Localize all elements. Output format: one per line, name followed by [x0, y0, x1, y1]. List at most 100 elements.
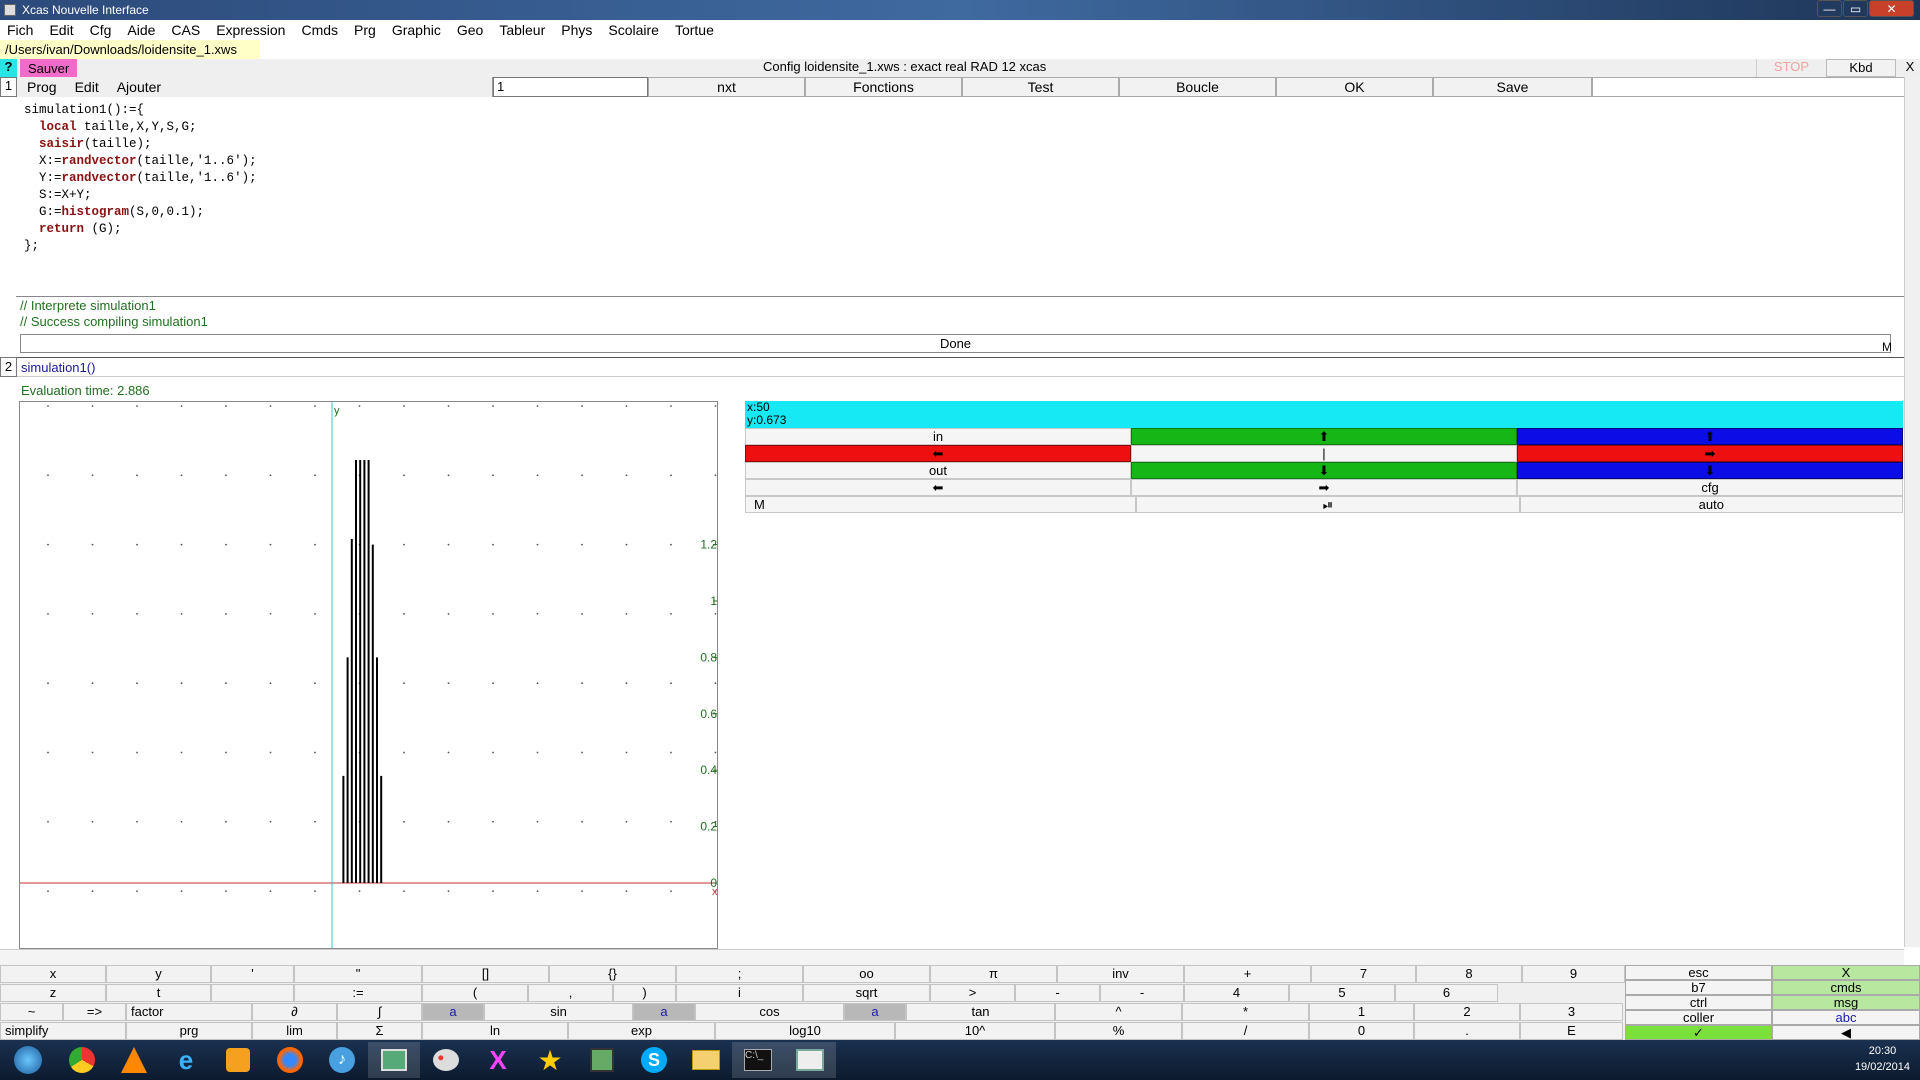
key-factor[interactable]: factor [126, 1003, 252, 1021]
key-msg[interactable]: msg [1772, 995, 1920, 1010]
key-tan[interactable]: tan [906, 1003, 1055, 1021]
key-semicolon[interactable]: ; [676, 965, 803, 983]
system-clock[interactable]: 20:30 19/02/2014 [1855, 1043, 1910, 1075]
key-9[interactable]: 9 [1522, 965, 1625, 983]
key-t[interactable]: t [106, 984, 211, 1002]
key-lim[interactable]: lim [252, 1022, 337, 1040]
key-prg[interactable]: prg [126, 1022, 252, 1040]
key-a-sin[interactable]: a [422, 1003, 484, 1021]
auto-button[interactable]: auto [1519, 496, 1903, 513]
key-blank[interactable] [211, 984, 294, 1002]
key-simplify[interactable]: simplify [0, 1022, 126, 1040]
edit-menu[interactable]: Edit [65, 79, 107, 95]
key-1[interactable]: 1 [1309, 1003, 1414, 1021]
key-brackets[interactable]: [] [422, 965, 549, 983]
menu-m-label[interactable]: M [1882, 340, 1892, 354]
key-braces[interactable]: {} [549, 965, 676, 983]
save-session-button[interactable]: Sauver [20, 59, 78, 77]
close-session-button[interactable]: X [1900, 59, 1920, 74]
nxt-button[interactable]: nxt [648, 77, 805, 97]
key-y[interactable]: y [106, 965, 211, 983]
start-button[interactable] [0, 1042, 56, 1078]
key-ln[interactable]: ln [422, 1022, 568, 1040]
menu-cmds[interactable]: Cmds [294, 22, 347, 38]
menu-fich[interactable]: Fich [0, 22, 42, 38]
key-back[interactable]: ◀ [1772, 1025, 1920, 1040]
key-gt[interactable]: > [930, 984, 1015, 1002]
key-0[interactable]: 0 [1309, 1022, 1414, 1040]
minimize-button[interactable]: — [1817, 0, 1842, 17]
key-X[interactable]: X [1772, 965, 1920, 980]
key-sin[interactable]: sin [484, 1003, 633, 1021]
menu-scolaire[interactable]: Scolaire [601, 22, 668, 38]
menu-aide[interactable]: Aide [120, 22, 164, 38]
key-x[interactable]: x [0, 965, 106, 983]
key-quote[interactable]: ' [211, 965, 294, 983]
key-implies[interactable]: => [63, 1003, 126, 1021]
play-button[interactable]: ⏯ [1136, 496, 1520, 513]
key-divide[interactable]: / [1182, 1022, 1309, 1040]
histogram-plot[interactable]: yx1.210.80.60.40.20 [20, 402, 718, 949]
key-minus[interactable]: - [1015, 984, 1100, 1002]
key-ctrl[interactable]: ctrl [1625, 995, 1772, 1010]
key-3[interactable]: 3 [1520, 1003, 1623, 1021]
key-log10[interactable]: log10 [715, 1022, 895, 1040]
key-minus2[interactable]: - [1100, 984, 1184, 1002]
prog-menu[interactable]: Prog [17, 79, 65, 95]
menu-expression[interactable]: Expression [209, 22, 294, 38]
key-comma[interactable]: , [528, 984, 613, 1002]
key-b7[interactable]: b7 [1625, 980, 1772, 995]
keyboard-toggle-button[interactable]: Kbd [1826, 59, 1896, 77]
key-dquote[interactable]: " [294, 965, 422, 983]
key-a-cos[interactable]: a [633, 1003, 695, 1021]
help-button[interactable]: ? [0, 59, 17, 77]
key-integral[interactable]: ∫ [337, 1003, 422, 1021]
key-abc[interactable]: abc [1772, 1010, 1920, 1025]
line-number-input[interactable]: 1 [493, 77, 648, 97]
level-number[interactable]: 1 [0, 77, 17, 97]
key-4[interactable]: 4 [1184, 984, 1289, 1002]
itunes-icon[interactable]: ♪ [316, 1042, 368, 1078]
key-plus[interactable]: + [1184, 965, 1311, 983]
key-dot[interactable]: . [1414, 1022, 1520, 1040]
key-assign[interactable]: := [294, 984, 422, 1002]
key-pi[interactable]: π [930, 965, 1057, 983]
key-rparen[interactable]: ) [613, 984, 676, 1002]
key-exp[interactable]: exp [568, 1022, 715, 1040]
key-z[interactable]: z [0, 984, 106, 1002]
back-button[interactable]: ⬅ [745, 479, 1131, 496]
key-i[interactable]: i [676, 984, 803, 1002]
config-status[interactable]: Config loidensite_1.xws : exact real RAD… [763, 59, 1046, 74]
maximize-button[interactable]: ▭ [1843, 0, 1868, 17]
menu-tortue[interactable]: Tortue [668, 22, 723, 38]
key-times[interactable]: * [1182, 1003, 1309, 1021]
arrow-right-red-button[interactable]: ➡ [1517, 445, 1903, 462]
key-partial[interactable]: ∂ [252, 1003, 337, 1021]
forward-button[interactable]: ➡ [1131, 479, 1517, 496]
ok-button[interactable]: OK [1276, 77, 1433, 97]
key-sqrt[interactable]: sqrt [803, 984, 930, 1002]
zoom-out-button[interactable]: out [745, 462, 1131, 479]
menu-prg[interactable]: Prg [347, 22, 385, 38]
key-10pow[interactable]: 10^ [895, 1022, 1055, 1040]
key-percent[interactable]: % [1055, 1022, 1182, 1040]
key-sum[interactable]: Σ [337, 1022, 422, 1040]
menu-cfg[interactable]: Cfg [83, 22, 121, 38]
vlc-icon[interactable] [108, 1042, 160, 1078]
command-text[interactable]: simulation1() [17, 360, 95, 375]
arrow-down-blue-button[interactable]: ⬇ [1517, 462, 1903, 479]
paint-icon[interactable] [420, 1042, 472, 1078]
xcas-window-icon[interactable] [368, 1042, 420, 1078]
key-lparen[interactable]: ( [422, 984, 528, 1002]
key-2[interactable]: 2 [1414, 1003, 1520, 1021]
key-7[interactable]: 7 [1311, 965, 1416, 983]
firefox-icon[interactable] [264, 1042, 316, 1078]
media-player-icon[interactable] [212, 1042, 264, 1078]
arrow-up-green-button[interactable]: ⬆ [1131, 428, 1517, 445]
menu-cas[interactable]: CAS [164, 22, 209, 38]
menu-geo[interactable]: Geo [450, 22, 492, 38]
cfg-button[interactable]: cfg [1517, 479, 1903, 496]
toolbar-search-field[interactable] [1592, 77, 1908, 97]
key-cos[interactable]: cos [695, 1003, 844, 1021]
test-button[interactable]: Test [962, 77, 1119, 97]
